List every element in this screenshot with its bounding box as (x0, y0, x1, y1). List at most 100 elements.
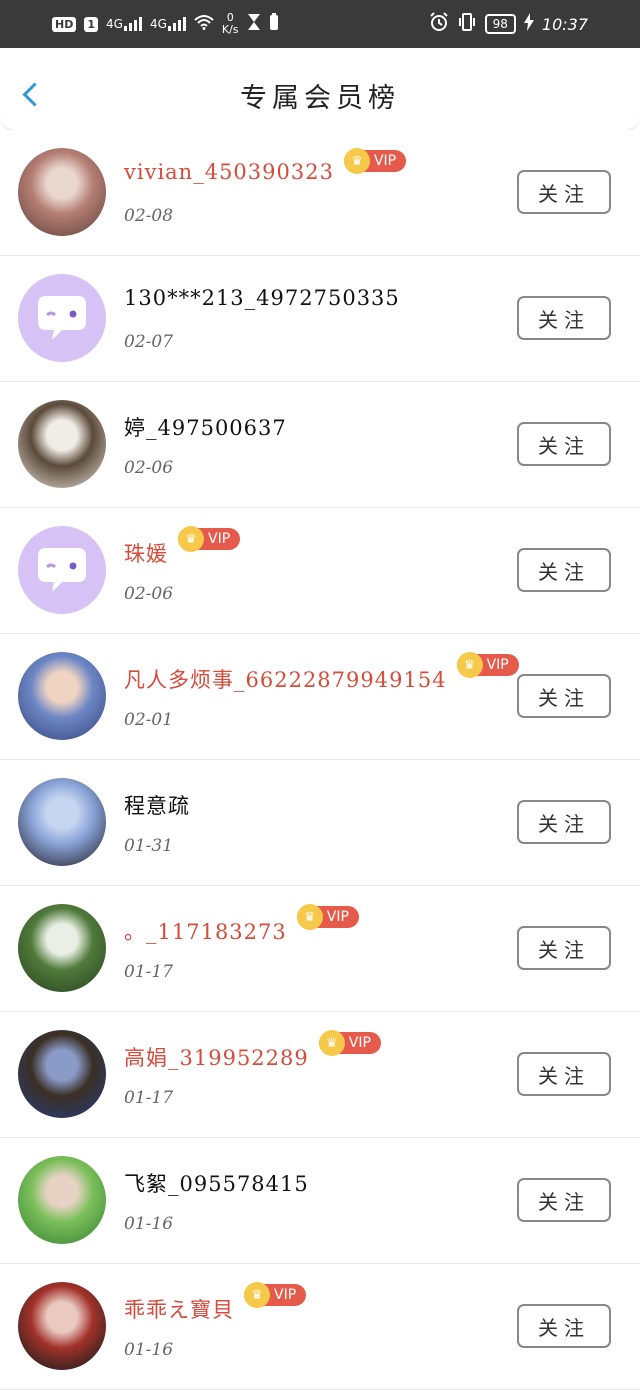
vip-label: VIP (348, 1035, 371, 1051)
member-name: 婷_497500637 (124, 416, 287, 440)
follow-button[interactable]: 关注 (517, 1178, 611, 1222)
battery-icon: 98 (484, 14, 516, 34)
list-item[interactable]: 。_117183273 ♛ VIP 01-17 关注 (0, 886, 640, 1012)
crown-icon: ♛ (244, 1282, 270, 1308)
member-date: 01-17 (124, 962, 174, 982)
list-item[interactable]: 130***213_4972750335 02-07 关注 (0, 256, 640, 382)
vip-badge: ♛ VIP (343, 148, 407, 174)
avatar[interactable] (18, 148, 106, 236)
avatar[interactable] (18, 1282, 106, 1370)
follow-button[interactable]: 关注 (517, 548, 611, 592)
member-list: vivian_450390323 ♛ VIP 02-08 关注 130***213_497… (0, 130, 640, 1390)
avatar[interactable] (18, 1030, 106, 1118)
app-header: 专属会员榜 (0, 48, 640, 131)
status-right: 98 10:37 (429, 11, 588, 37)
list-item[interactable]: 高娟_319952289 ♛ VIP 01-17 关注 (0, 1012, 640, 1138)
avatar[interactable] (18, 652, 106, 740)
net-speed-unit: K/s (221, 23, 239, 36)
follow-button[interactable]: 关注 (517, 296, 611, 340)
status-bar: HD 1 4G 4G 0 K/s 98 10:37 (0, 0, 640, 48)
member-name: 珠媛 (124, 542, 168, 566)
follow-button[interactable]: 关注 (517, 422, 611, 466)
vip-label: VIP (274, 1287, 297, 1303)
member-name-line: 飞絮_095578415 (124, 1168, 309, 1198)
follow-button[interactable]: 关注 (517, 926, 611, 970)
list-item[interactable]: 凡人多烦事_66222879949154 ♛ VIP 02-01 关注 (0, 634, 640, 760)
member-name-line: 高娟_319952289 ♛ VIP (124, 1030, 381, 1072)
clock: 10:37 (541, 14, 588, 34)
vip-label: VIP (208, 531, 231, 547)
member-name-line: 程意疏 (124, 790, 190, 820)
list-item[interactable]: vivian_450390323 ♛ VIP 02-08 关注 (0, 130, 640, 256)
follow-button[interactable]: 关注 (517, 674, 611, 718)
avatar[interactable] (18, 526, 106, 614)
crown-icon: ♛ (456, 652, 483, 678)
member-name-line: 。_117183273 ♛ VIP (124, 904, 359, 946)
vip-badge: ♛ VIP (244, 1282, 307, 1308)
follow-button[interactable]: 关注 (517, 800, 611, 844)
vip-badge: ♛ VIP (296, 904, 359, 930)
hd-badge: HD (52, 16, 77, 32)
battery-saver-icon (269, 13, 279, 35)
vibrate-icon (457, 13, 477, 35)
avatar[interactable] (18, 400, 106, 488)
page-title: 专属会员榜 (240, 83, 400, 114)
member-name-line: 凡人多烦事_66222879949154 ♛ VIP (124, 652, 519, 694)
crown-icon: ♛ (343, 148, 370, 174)
member-name: 飞絮_095578415 (124, 1172, 309, 1196)
crown-icon: ♛ (318, 1030, 345, 1056)
member-date: 02-07 (124, 332, 174, 352)
crown-icon: ♛ (296, 904, 323, 930)
list-item[interactable]: 乖乖え寶貝 ♛ VIP 01-16 关注 (0, 1264, 640, 1390)
chat-bubble-icon (38, 296, 86, 340)
avatar[interactable] (18, 274, 106, 362)
member-name: 高娟_319952289 (124, 1046, 309, 1070)
avatar[interactable] (18, 778, 106, 866)
member-date: 02-06 (124, 584, 174, 604)
vip-badge: ♛ VIP (456, 652, 519, 678)
list-item[interactable]: 飞絮_095578415 01-16 关注 (0, 1138, 640, 1264)
member-date: 02-01 (124, 710, 174, 730)
follow-button[interactable]: 关注 (517, 1304, 611, 1348)
member-name: 乖乖え寶貝 (124, 1298, 234, 1322)
member-date: 01-17 (124, 1088, 174, 1108)
list-item[interactable]: 珠媛 ♛ VIP 02-06 关注 (0, 508, 640, 634)
member-name-line: 乖乖え寶貝 ♛ VIP (124, 1282, 307, 1324)
vip-badge: ♛ VIP (318, 1030, 381, 1056)
vip-label: VIP (373, 153, 397, 169)
crown-icon: ♛ (178, 526, 204, 552)
alarm-icon (429, 12, 449, 36)
member-name-line: vivian_450390323 ♛ VIP (124, 148, 407, 184)
sim-badge: 1 (84, 16, 98, 32)
status-left: HD 1 4G 4G 0 K/s (52, 11, 279, 37)
chat-bubble-icon (38, 548, 86, 592)
avatar[interactable] (18, 1156, 106, 1244)
follow-button[interactable]: 关注 (517, 170, 611, 214)
signal-icon: 4G (150, 17, 186, 31)
signal-type-1: 4G (106, 17, 123, 31)
vip-badge: ♛ VIP (178, 526, 241, 552)
member-name-line: 130***213_4972750335 (124, 286, 400, 310)
member-name-line: 婷_497500637 (124, 412, 287, 442)
member-name: 。_117183273 (124, 920, 287, 944)
vip-label: VIP (326, 909, 349, 925)
vip-label: VIP (486, 657, 509, 673)
member-name: 130***213_4972750335 (124, 286, 400, 310)
network-speed: 0 K/s (222, 12, 239, 36)
hourglass-icon (247, 13, 261, 35)
wifi-icon (194, 14, 214, 34)
member-name-line: 珠媛 ♛ VIP (124, 526, 241, 568)
member-date: 01-31 (124, 836, 174, 856)
list-item[interactable]: 程意疏 01-31 关注 (0, 760, 640, 886)
list-item[interactable]: 婷_497500637 02-06 关注 (0, 382, 640, 508)
signal-icon: 4G (106, 17, 142, 31)
avatar[interactable] (18, 904, 106, 992)
member-date: 01-16 (124, 1340, 174, 1360)
member-date: 02-06 (124, 458, 174, 478)
member-name: vivian_450390323 (124, 160, 334, 184)
member-name: 程意疏 (124, 794, 190, 818)
follow-button[interactable]: 关注 (517, 1052, 611, 1096)
member-date: 01-16 (124, 1214, 174, 1234)
member-name: 凡人多烦事_66222879949154 (124, 668, 447, 692)
signal-type-2: 4G (149, 17, 167, 31)
